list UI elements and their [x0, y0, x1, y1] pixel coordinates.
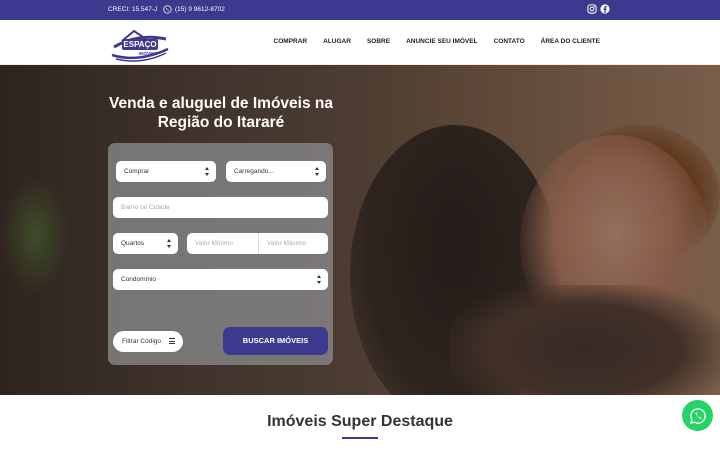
category-select[interactable]: Carregando... — [226, 161, 326, 182]
min-price-input[interactable]: Valor Mínimo — [187, 233, 258, 254]
nav-item-contato[interactable]: CONTATO — [494, 38, 525, 45]
nav-item-alugar[interactable]: ALUGAR — [323, 38, 351, 45]
whatsapp-icon — [689, 407, 706, 424]
section-divider — [342, 437, 378, 439]
nav-item-comprar[interactable]: COMPRAR — [274, 38, 308, 45]
category-select-value: Carregando... — [234, 168, 274, 175]
nav-item-area-cliente[interactable]: ÁREA DO CLIENTE — [541, 38, 600, 45]
type-select[interactable]: Comprar — [116, 161, 216, 182]
hero-title: Venda e aluguel de Imóveis na Região do … — [109, 95, 333, 131]
condo-select-value: Condomínio — [121, 276, 157, 283]
condo-select[interactable]: Condomínio — [113, 269, 328, 290]
social-links — [587, 4, 610, 14]
max-price-input[interactable]: Valor Máximo — [258, 233, 328, 254]
logo-text: ESPAÇO — [123, 40, 156, 49]
select-arrow-icon — [205, 167, 210, 176]
rooms-select-value: Quartos — [121, 240, 145, 247]
type-select-value: Comprar — [124, 168, 150, 175]
logo[interactable]: ESPAÇO IMÓVEIS — [108, 25, 170, 63]
location-input[interactable]: Bairro ou Cidade — [113, 197, 328, 218]
select-arrow-icon — [167, 239, 172, 248]
section-title: Imóveis Super Destaque — [267, 413, 453, 430]
whatsapp-float-button[interactable] — [682, 400, 713, 431]
menu-icon — [169, 338, 175, 344]
filter-code-button[interactable]: Filtrar Código — [113, 331, 183, 352]
phone-number: (15) 9 9612-8702 — [175, 6, 225, 13]
phone-link[interactable]: (15) 9 9612-8702 — [163, 5, 225, 14]
creci-text: CRECI: 15.547-J — [108, 6, 158, 13]
select-arrow-icon — [315, 167, 320, 176]
facebook-icon[interactable] — [600, 4, 610, 14]
main-nav: COMPRAR ALUGAR SOBRE ANUNCIE SEU IMÓVEL … — [274, 38, 600, 45]
filter-code-label: Filtrar Código — [122, 338, 162, 345]
select-arrow-icon — [317, 275, 322, 284]
whatsapp-icon — [163, 5, 172, 14]
instagram-icon[interactable] — [587, 4, 597, 14]
logo-subtext: IMÓVEIS — [139, 49, 158, 56]
site-header: ESPAÇO IMÓVEIS COMPRAR ALUGAR SOBRE ANUN… — [0, 20, 720, 65]
search-button[interactable]: BUSCAR IMÓVEIS — [223, 327, 328, 355]
top-bar: CRECI: 15.547-J (15) 9 9612-8702 — [0, 0, 720, 20]
nav-item-sobre[interactable]: SOBRE — [367, 38, 390, 45]
nav-item-anuncie[interactable]: ANUNCIE SEU IMÓVEL — [406, 38, 478, 45]
rooms-select[interactable]: Quartos — [113, 233, 178, 254]
